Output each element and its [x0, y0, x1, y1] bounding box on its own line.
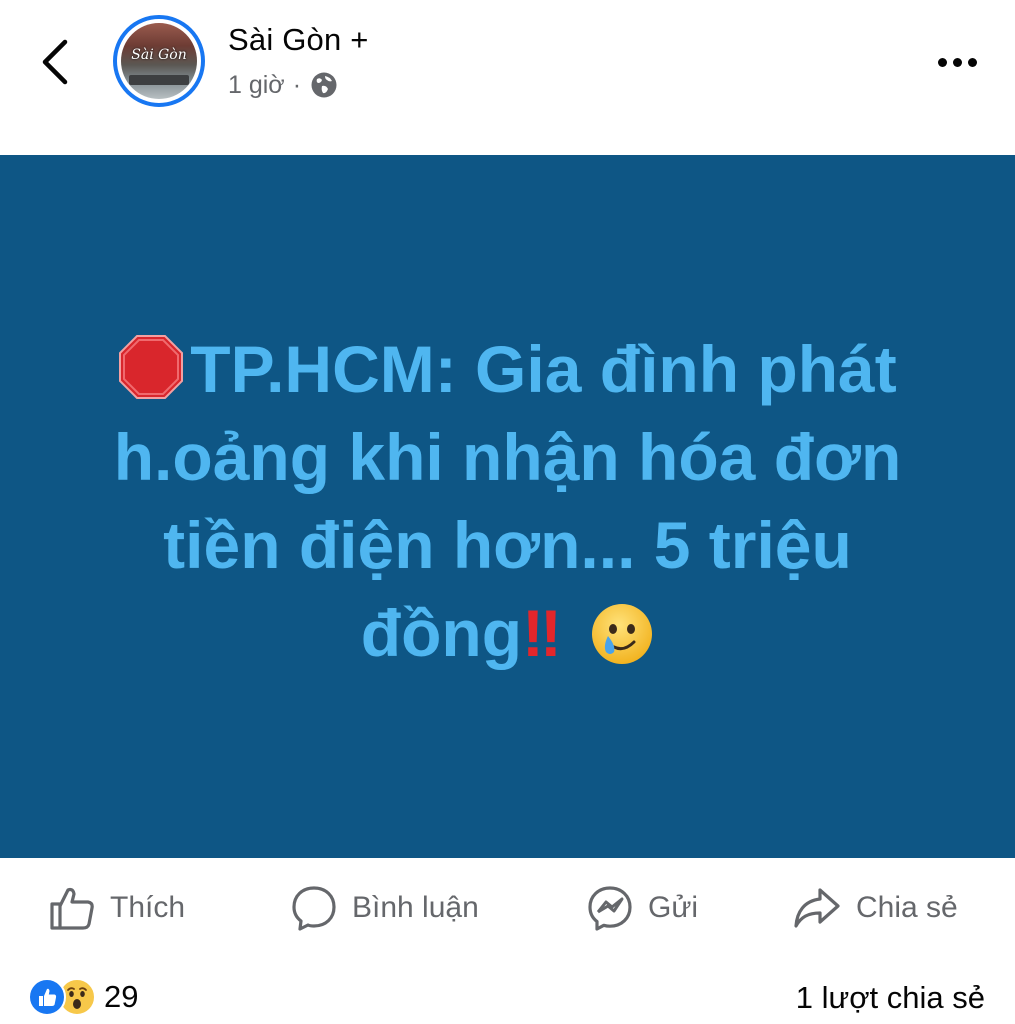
- post-line-3: tiền điện hơn... 5 triệu: [163, 508, 852, 582]
- send-button[interactable]: Gửi: [586, 880, 698, 936]
- thumbs-up-icon: [50, 887, 94, 930]
- post-time[interactable]: 1 giờ: [228, 71, 285, 100]
- action-bar: Thích Bình luận Gửi Chia sẻ: [0, 858, 1015, 958]
- like-label: Thích: [110, 891, 186, 924]
- avatar-image: Sài Gòn: [121, 23, 197, 99]
- messenger-icon: [588, 886, 632, 931]
- post-line-4: đồng‼: [40, 589, 975, 677]
- face-holding-back-tears-icon: [592, 604, 653, 664]
- like-button[interactable]: Thích: [48, 880, 185, 936]
- stop-sign-icon: [119, 335, 184, 399]
- send-label: Gửi: [648, 891, 699, 924]
- share-label: Chia sẻ: [856, 891, 958, 924]
- comment-label: Bình luận: [352, 891, 479, 924]
- post-stats: 29 1 lượt chia sẻ: [0, 968, 1015, 1024]
- post-meta: 1 giờ ·: [228, 70, 339, 100]
- post-line-4-text: đồng: [360, 596, 523, 670]
- like-icon: [28, 978, 66, 1016]
- post-text: TP.HCM: Gia đình phát h.oảng khi nhận hó…: [40, 325, 975, 677]
- post-line-2: h.oảng khi nhận hóa đơn: [113, 420, 902, 494]
- comment-button[interactable]: Bình luận: [290, 880, 479, 936]
- reactions-summary[interactable]: 29: [28, 978, 138, 1016]
- page-avatar[interactable]: Sài Gòn: [113, 15, 205, 107]
- more-dot: [967, 57, 977, 67]
- post-header: Sài Gòn Sài Gòn + 1 giờ ·: [0, 0, 1015, 155]
- avatar-logo-text: Sài Gòn: [131, 47, 187, 63]
- more-dot: [952, 57, 962, 67]
- share-count[interactable]: 1 lượt chia sẻ: [796, 980, 985, 1016]
- meta-separator: ·: [292, 70, 302, 99]
- comment-bubble-icon: [292, 886, 336, 931]
- avatar-road-graphic: [128, 75, 190, 86]
- post-line-1-text: TP.HCM: Gia đình phát: [190, 332, 897, 406]
- post-content-card[interactable]: TP.HCM: Gia đình phát h.oảng khi nhận hó…: [0, 155, 1015, 858]
- more-dot: [937, 57, 947, 67]
- double-exclamation-icon: ‼: [522, 596, 562, 670]
- page-name[interactable]: Sài Gòn +: [228, 22, 369, 58]
- share-button[interactable]: Chia sẻ: [792, 880, 958, 936]
- chevron-left-icon: [42, 39, 68, 85]
- globe-icon[interactable]: [309, 70, 339, 100]
- post-view: Sài Gòn Sài Gòn + 1 giờ · TP.HCM: Gia đì…: [0, 0, 1015, 1024]
- post-line-1: TP.HCM: Gia đình phát: [40, 325, 975, 413]
- more-options-button[interactable]: [927, 44, 987, 80]
- back-button[interactable]: [30, 35, 80, 89]
- reaction-count: 29: [104, 979, 139, 1014]
- share-arrow-icon: [794, 888, 840, 928]
